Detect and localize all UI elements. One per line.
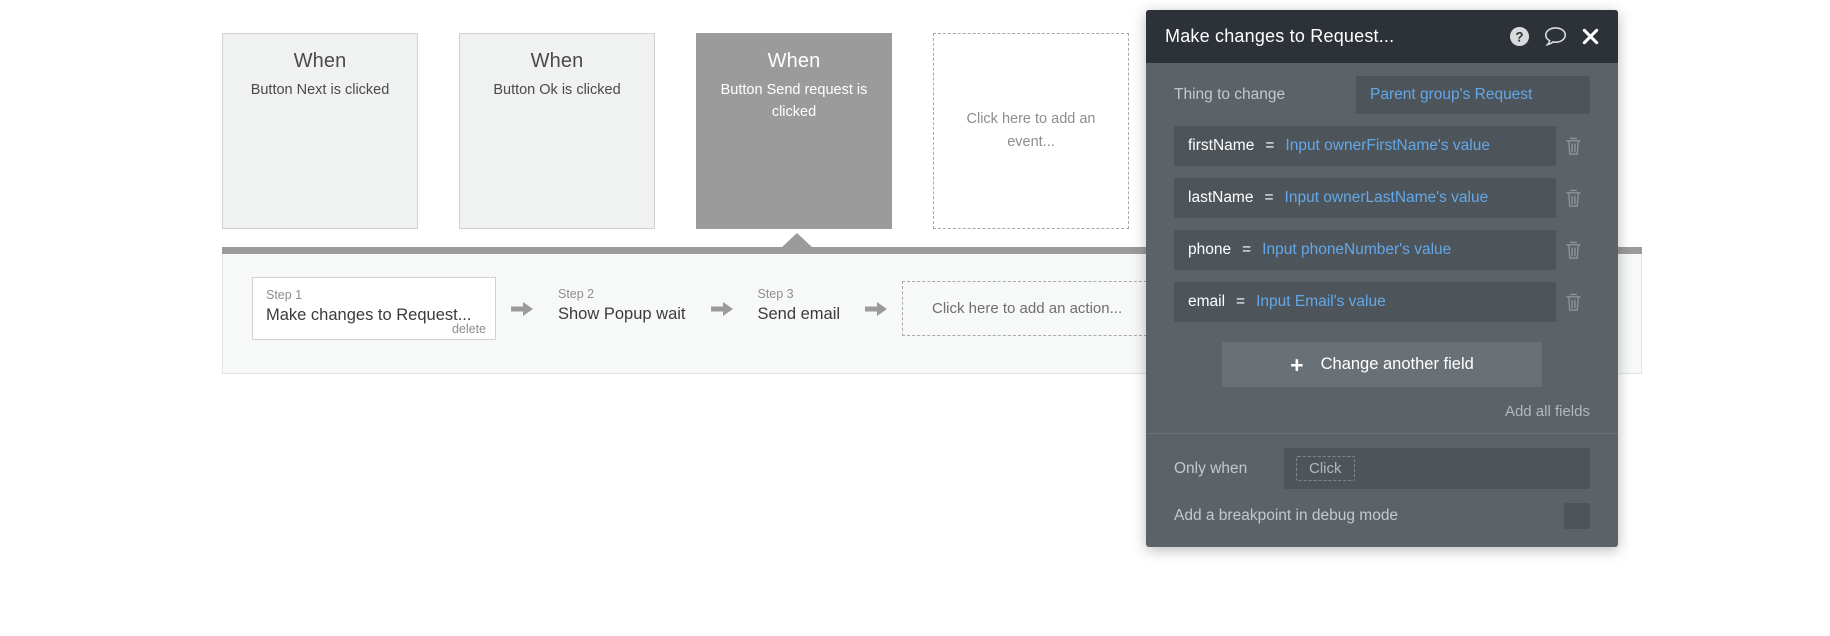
field-key: lastName	[1188, 189, 1254, 206]
plus-icon: +	[1290, 351, 1304, 378]
only-when-label: Only when	[1174, 459, 1248, 477]
add-action-box[interactable]: Click here to add an action...	[902, 281, 1153, 336]
events-row: When Button Next is clicked When Button …	[222, 33, 1129, 229]
field-cell[interactable]: phone = Input phoneNumber's value	[1174, 230, 1556, 270]
comment-icon[interactable]	[1544, 26, 1567, 47]
action-delete-link[interactable]: delete	[452, 322, 486, 336]
selected-event-pointer	[781, 233, 813, 248]
add-all-fields-link[interactable]: Add all fields	[1505, 403, 1590, 420]
property-editor-panel: Make changes to Request... ? Thing to ch…	[1146, 10, 1618, 547]
event-title: When	[530, 50, 584, 72]
breakpoint-checkbox[interactable]	[1564, 503, 1590, 529]
field-row-lastname: lastName = Input ownerLastName's value	[1174, 178, 1590, 218]
field-row-email: email = Input Email's value	[1174, 282, 1590, 322]
field-equals: =	[1264, 189, 1274, 206]
event-title: When	[293, 50, 347, 72]
delete-field-icon[interactable]	[1556, 292, 1590, 313]
field-cell[interactable]: firstName = Input ownerFirstName's value	[1174, 126, 1556, 166]
only-when-input[interactable]: Click	[1284, 448, 1590, 489]
panel-header-icons: ?	[1509, 26, 1600, 47]
field-row-firstname: firstName = Input ownerFirstName's value	[1174, 126, 1590, 166]
only-when-placeholder: Click	[1296, 456, 1355, 481]
field-key: email	[1188, 293, 1226, 310]
delete-field-icon[interactable]	[1556, 240, 1590, 261]
action-name: Make changes to Request...	[266, 306, 472, 324]
field-row-phone: phone = Input phoneNumber's value	[1174, 230, 1590, 270]
breakpoint-row: Add a breakpoint in debug mode	[1174, 503, 1590, 529]
event-box-button-ok[interactable]: When Button Ok is clicked	[459, 33, 655, 229]
delete-field-icon[interactable]	[1556, 188, 1590, 209]
change-another-field-button[interactable]: + Change another field	[1222, 342, 1542, 387]
action-step-2[interactable]: Step 2 Show Popup wait	[548, 277, 696, 340]
field-cell[interactable]: lastName = Input ownerLastName's value	[1174, 178, 1556, 218]
add-event-label: Click here to add an event...	[966, 111, 1096, 150]
event-title: When	[767, 50, 821, 72]
action-step-label: Step 2	[558, 287, 595, 301]
only-when-row: Only when Click	[1174, 448, 1590, 489]
arrow-right-icon	[850, 298, 902, 320]
action-step-label: Step 1	[266, 288, 303, 302]
field-value[interactable]: Input phoneNumber's value	[1262, 241, 1451, 259]
action-step-label: Step 3	[757, 287, 794, 301]
actions-row: Step 1 Make changes to Request... delete…	[252, 277, 1153, 340]
arrow-right-icon	[696, 298, 748, 320]
add-all-fields-wrap: Add all fields	[1146, 387, 1618, 433]
event-description: Button Ok is clicked	[493, 82, 621, 98]
field-key: phone	[1188, 241, 1232, 258]
thing-to-change-row: Thing to change Parent group's Request	[1146, 63, 1618, 126]
add-event-box[interactable]: Click here to add an event...	[933, 33, 1129, 229]
delete-field-icon[interactable]	[1556, 136, 1590, 157]
action-name: Show Popup wait	[558, 305, 686, 323]
add-action-label: Click here to add an action...	[932, 300, 1123, 317]
arrow-right-icon	[496, 298, 548, 320]
action-name: Send email	[757, 305, 841, 323]
field-value[interactable]: Input ownerFirstName's value	[1285, 137, 1490, 155]
panel-body: Thing to change Parent group's Request f…	[1146, 63, 1618, 547]
change-another-field-label: Change another field	[1320, 355, 1474, 373]
field-equals: =	[1265, 137, 1275, 154]
field-equals: =	[1236, 293, 1246, 310]
field-value[interactable]: Input ownerLastName's value	[1285, 189, 1489, 207]
panel-footer: Only when Click Add a breakpoint in debu…	[1146, 433, 1618, 547]
thing-to-change-value[interactable]: Parent group's Request	[1356, 76, 1590, 114]
event-box-button-next[interactable]: When Button Next is clicked	[222, 33, 418, 229]
svg-text:?: ?	[1515, 29, 1523, 44]
breakpoint-label: Add a breakpoint in debug mode	[1174, 507, 1399, 524]
panel-title: Make changes to Request...	[1165, 26, 1395, 46]
action-step-1[interactable]: Step 1 Make changes to Request... delete	[252, 277, 496, 340]
change-another-field-wrap: + Change another field	[1146, 342, 1618, 387]
event-box-button-send-request[interactable]: When Button Send request is clicked	[696, 33, 892, 229]
action-step-3[interactable]: Step 3 Send email	[748, 277, 851, 340]
field-key: firstName	[1188, 137, 1255, 154]
field-value[interactable]: Input Email's value	[1256, 293, 1386, 311]
close-icon[interactable]	[1581, 27, 1600, 46]
panel-header: Make changes to Request... ?	[1146, 10, 1618, 63]
field-cell[interactable]: email = Input Email's value	[1174, 282, 1556, 322]
workflow-canvas: When Button Next is clicked When Button …	[0, 0, 1830, 636]
thing-to-change-label: Thing to change	[1174, 86, 1286, 103]
event-description: Button Send request is clicked	[720, 82, 868, 120]
event-description: Button Next is clicked	[250, 82, 390, 98]
help-icon[interactable]: ?	[1509, 26, 1530, 47]
field-equals: =	[1242, 241, 1252, 258]
